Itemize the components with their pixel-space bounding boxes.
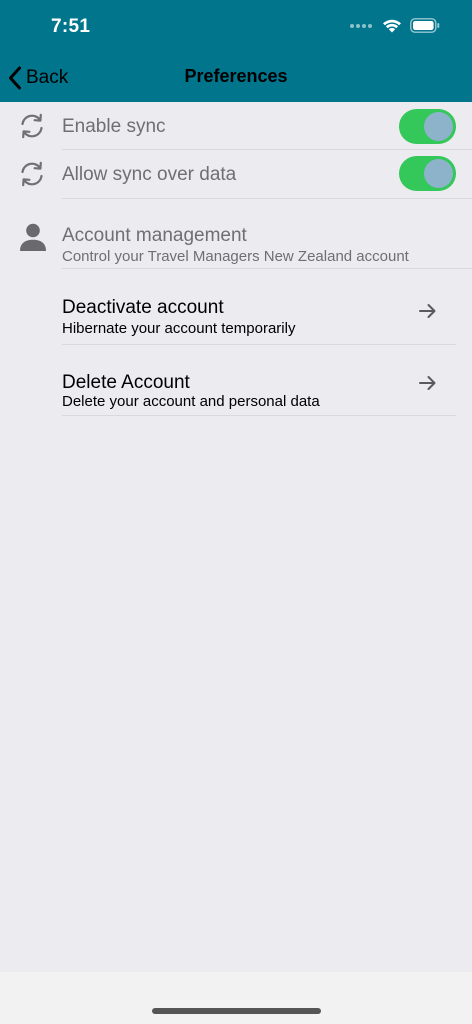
divider bbox=[62, 415, 456, 416]
deactivate-account-title: Deactivate account bbox=[62, 297, 224, 318]
home-indicator[interactable] bbox=[152, 1008, 321, 1014]
delete-account-subtitle: Delete your account and personal data bbox=[62, 393, 320, 410]
status-time: 7:51 bbox=[51, 16, 91, 37]
toggle-knob bbox=[424, 112, 453, 141]
divider bbox=[62, 198, 472, 199]
deactivate-account-item[interactable]: Deactivate account Hibernate your accoun… bbox=[0, 280, 472, 344]
toggle-knob bbox=[424, 159, 453, 188]
sync-icon bbox=[21, 113, 43, 139]
account-management-title: Account management bbox=[62, 225, 247, 246]
navigation-header: 7:51 Back Preferences bbox=[0, 0, 472, 102]
bottom-safe-area bbox=[0, 972, 472, 1024]
setting-row-allow-sync-over-data: Allow sync over data bbox=[0, 150, 472, 198]
account-management-subtitle: Control your Travel Managers New Zealand… bbox=[62, 248, 409, 265]
sync-icon bbox=[21, 161, 43, 187]
enable-sync-label: Enable sync bbox=[62, 116, 166, 137]
delete-account-item[interactable]: Delete Account Delete your account and p… bbox=[0, 356, 472, 416]
divider bbox=[62, 268, 472, 269]
person-icon bbox=[20, 223, 46, 251]
cellular-signal-icon bbox=[350, 23, 372, 28]
arrow-right-icon bbox=[419, 376, 436, 390]
delete-account-title: Delete Account bbox=[62, 372, 190, 393]
setting-row-enable-sync: Enable sync bbox=[0, 102, 472, 150]
divider bbox=[62, 344, 456, 345]
battery-icon bbox=[410, 18, 440, 33]
page-title: Preferences bbox=[184, 66, 288, 86]
account-management-section: Account management Control your Travel M… bbox=[0, 215, 472, 269]
wifi-icon bbox=[383, 19, 401, 33]
enable-sync-toggle[interactable] bbox=[399, 109, 456, 144]
deactivate-account-subtitle: Hibernate your account temporarily bbox=[62, 320, 296, 337]
arrow-right-icon bbox=[419, 304, 436, 318]
status-icons bbox=[350, 18, 440, 33]
allow-sync-over-data-label: Allow sync over data bbox=[62, 164, 237, 185]
allow-sync-over-data-toggle[interactable] bbox=[399, 156, 456, 191]
